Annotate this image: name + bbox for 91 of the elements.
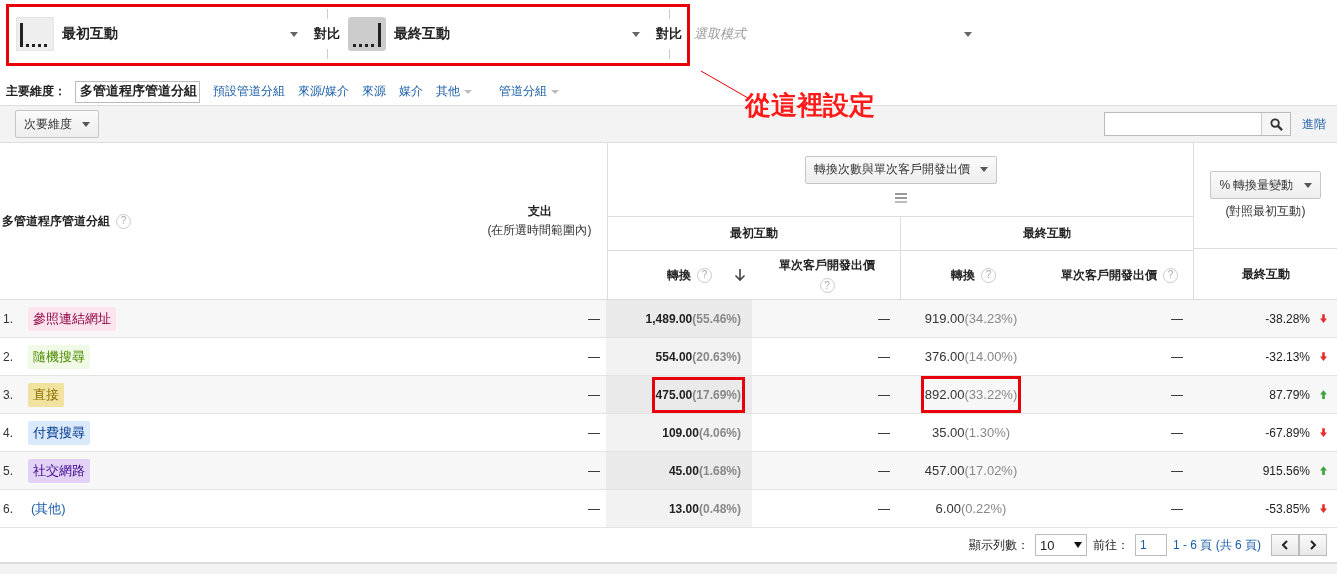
search-icon xyxy=(1269,117,1283,131)
table-cell: — xyxy=(878,501,890,516)
channel-tag[interactable]: 直接 xyxy=(28,382,64,407)
annotation-text: 從這裡設定 xyxy=(745,89,875,122)
metric-select[interactable]: 轉換次數與單次客戶開發出價 xyxy=(804,155,997,184)
dimension-link[interactable]: 其他 xyxy=(436,83,473,100)
column-group-header: 最初互動 xyxy=(729,225,779,242)
table-cell: — xyxy=(588,463,600,478)
table-cell: -32.13% xyxy=(1265,349,1310,364)
table-cell: 892.00(33.22%) xyxy=(920,376,1022,413)
column-header[interactable]: 單次客戶開發出價 xyxy=(1061,266,1157,284)
channel-tag[interactable]: 付費搜尋 xyxy=(28,420,90,445)
page-range: 1 - 6 頁 (共 6 頁) xyxy=(1173,536,1261,554)
table-cell-text: 45.00(1.68%) xyxy=(667,462,742,480)
rows-label: 顯示列數： xyxy=(969,536,1029,554)
table-cell-text: 13.00(0.48%) xyxy=(667,500,742,518)
table-cell: — xyxy=(878,425,890,440)
table-cell: 475.00(17.69%) xyxy=(651,376,745,413)
column-header: 支出 xyxy=(527,203,552,220)
table-cell: — xyxy=(1171,349,1183,364)
compare-label: 對比 xyxy=(314,25,340,43)
table-cell-text: 376.00(14.00%) xyxy=(923,348,1019,366)
dimension-link[interactable]: 媒介 xyxy=(399,83,424,100)
menu-icon[interactable] xyxy=(894,191,907,204)
dimension-link[interactable]: 來源 xyxy=(362,83,387,100)
table-cell: -38.28% xyxy=(1265,311,1310,326)
table-cell: — xyxy=(878,311,890,326)
column-note: (在所選時間範圍內) xyxy=(487,222,592,239)
table-cell: — xyxy=(588,387,600,402)
page-input[interactable]: 1 xyxy=(1135,534,1167,556)
sort-down-icon[interactable] xyxy=(734,268,746,282)
model-select[interactable]: 最初互動 xyxy=(16,14,306,54)
model-select[interactable]: 最終互動 xyxy=(348,14,648,54)
dimension-link[interactable]: 來源/媒介 xyxy=(297,83,350,100)
channel-tag[interactable]: 參照連結網址 xyxy=(28,306,116,331)
table-cell-text: 919.00(34.23%) xyxy=(923,310,1019,328)
row-number: 3. xyxy=(3,387,14,402)
channel-tag[interactable]: 社交網路 xyxy=(28,458,90,483)
table-cell: — xyxy=(878,349,890,364)
table-cell: — xyxy=(878,387,890,402)
row-number: 6. xyxy=(3,501,14,516)
table-cell: 915.56% xyxy=(1262,463,1310,478)
table-cell: — xyxy=(588,349,600,364)
column-header[interactable]: 單次客戶開發出價 xyxy=(779,257,875,274)
table-cell-text: 6.00(0.22%) xyxy=(934,500,1008,518)
table-cell: — xyxy=(1171,425,1183,440)
search-field[interactable] xyxy=(1104,112,1291,136)
advanced-link[interactable]: 進階 xyxy=(1302,115,1326,133)
last-interaction-icon xyxy=(348,17,386,51)
channel-tag[interactable]: (其他) xyxy=(28,496,71,521)
table-cell-text: 1,489.00(55.46%) xyxy=(644,310,742,328)
column-header[interactable]: 轉換 xyxy=(951,266,975,284)
table-cell-text: 554.00(20.63%) xyxy=(654,348,742,366)
column-note: (對照最初互動) xyxy=(1225,203,1306,220)
secondary-dimension-button[interactable]: 次要維度 xyxy=(15,110,99,138)
compare-label: 對比 xyxy=(656,25,682,43)
table-cell: 87.79% xyxy=(1269,387,1310,402)
dimension-link[interactable]: 多管道程序管道分組 xyxy=(75,80,200,103)
table-cell: -67.89% xyxy=(1265,425,1310,440)
column-header[interactable]: 轉換 xyxy=(667,266,691,284)
dimension-label: 主要維度： xyxy=(6,83,66,100)
table-cell: — xyxy=(1171,501,1183,516)
chevron-right-icon xyxy=(1309,540,1317,550)
previous-page-button[interactable] xyxy=(1271,534,1299,556)
row-number: 5. xyxy=(3,463,14,478)
table-cell: — xyxy=(1171,463,1183,478)
column-header: 多管道程序管道分組 xyxy=(2,212,110,230)
row-number: 2. xyxy=(3,349,14,364)
row-number: 4. xyxy=(3,425,14,440)
first-interaction-icon xyxy=(16,17,54,51)
table-cell-text: 35.00(1.30%) xyxy=(930,424,1012,442)
table-cell: — xyxy=(878,463,890,478)
row-number: 1. xyxy=(3,311,14,326)
table-cell: — xyxy=(1171,311,1183,326)
table-cell: — xyxy=(588,311,600,326)
next-page-button[interactable] xyxy=(1299,534,1327,556)
chevron-left-icon xyxy=(1281,540,1289,550)
channel-tag[interactable]: 隨機搜尋 xyxy=(28,344,90,369)
comparison-select[interactable]: % 轉換量變動 xyxy=(1210,171,1321,199)
table-cell-text: 109.00(4.06%) xyxy=(661,424,742,442)
dimension-link[interactable]: 預設管道分組 xyxy=(212,83,285,100)
rows-select[interactable]: 10 xyxy=(1035,534,1087,556)
table-cell-text: 457.00(17.02%) xyxy=(923,462,1019,480)
table-cell: — xyxy=(588,425,600,440)
column-header: 最終互動 xyxy=(1241,265,1290,283)
column-group-header: 最終互動 xyxy=(900,217,1193,250)
table-cell: -53.85% xyxy=(1265,501,1310,516)
table-cell: — xyxy=(1171,387,1183,402)
dimension-link[interactable]: 管道分組 xyxy=(499,83,560,100)
goto-label: 前往： xyxy=(1093,536,1129,554)
table-cell: — xyxy=(588,501,600,516)
